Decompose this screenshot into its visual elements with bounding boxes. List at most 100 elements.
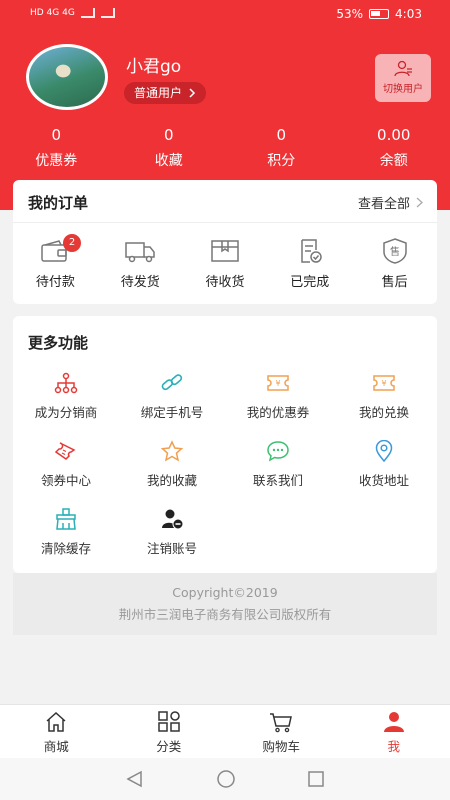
cart-icon (270, 713, 293, 733)
ticket-icon (54, 442, 76, 460)
chevron-right-icon (189, 88, 196, 98)
svg-text:¥: ¥ (381, 379, 386, 388)
check-doc-icon (301, 239, 322, 263)
more-functions-card: 更多功能 成为分销商 绑定手机号 ¥ 我的优惠券 ¥ 我的兑换 领券中心 我的收… (13, 316, 437, 573)
user-type-badge[interactable]: 普通用户 (124, 82, 207, 104)
function-my-exchange[interactable]: ¥ 我的兑换 (331, 372, 437, 440)
wifi-icon (100, 8, 115, 18)
stat-points[interactable]: 0 积分 (225, 126, 338, 170)
function-label: 绑定手机号 (140, 405, 204, 420)
function-label: 注销账号 (146, 541, 197, 556)
after-sale-icon: 售 (382, 238, 407, 264)
recents-icon[interactable] (307, 770, 325, 788)
more-title: 更多功能 (28, 334, 89, 352)
order-completed[interactable]: 已完成 (267, 238, 352, 290)
stat-value: 0.00 (377, 126, 411, 144)
tab-category[interactable]: 分类 (113, 705, 226, 758)
username: 小君go (126, 57, 182, 77)
view-all-orders-link[interactable]: 查看全部 (358, 193, 423, 212)
stat-label: 优惠券 (35, 153, 78, 169)
function-shipping-address[interactable]: 收货地址 (331, 440, 437, 508)
view-all-label: 查看全部 (357, 197, 410, 212)
order-item-label: 待收货 (205, 275, 245, 290)
function-cancel-account[interactable]: 注销账号 (119, 508, 225, 576)
stat-value: 0 (163, 126, 174, 144)
bottom-tab-bar: 商城 分类 购物车 我 (0, 704, 450, 758)
tab-label: 商城 (43, 739, 69, 754)
distribution-icon (54, 372, 78, 394)
stat-value: 0 (276, 126, 287, 144)
tab-label: 我 (387, 739, 400, 754)
stats-row: 0 优惠券 0 收藏 0 积分 0.00 余额 (0, 126, 450, 170)
switch-user-icon (394, 60, 412, 77)
switch-user-button[interactable]: 切换用户 (375, 54, 431, 102)
stat-balance[interactable]: 0.00 余额 (338, 126, 450, 170)
category-icon (158, 711, 180, 732)
function-label: 成为分销商 (34, 405, 98, 420)
function-label: 领券中心 (40, 473, 91, 488)
function-become-distributor[interactable]: 成为分销商 (13, 372, 119, 440)
stat-coupons[interactable]: 0 优惠券 (0, 126, 113, 170)
user-icon (383, 712, 404, 732)
tab-mall[interactable]: 商城 (0, 705, 113, 758)
truck-icon (125, 242, 155, 263)
location-icon (375, 440, 393, 462)
tab-label: 分类 (156, 739, 182, 754)
switch-user-label: 切换用户 (383, 84, 423, 95)
system-nav-bar (0, 758, 450, 800)
function-clear-cache[interactable]: 清除缓存 (13, 508, 119, 576)
order-pending-payment[interactable]: 2 待付款 (13, 234, 98, 290)
order-status-row: 2 待付款 待发货 待收货 已完成 售 售后 (13, 234, 437, 290)
avatar[interactable] (26, 44, 108, 110)
status-bar: HD 4G 4G 53% 4:03 (0, 0, 450, 30)
user-remove-icon (162, 509, 184, 530)
svg-text:¥: ¥ (275, 379, 280, 388)
order-after-sale[interactable]: 售 售后 (352, 238, 437, 290)
function-label: 联系我们 (252, 473, 303, 488)
function-grid: 成为分销商 绑定手机号 ¥ 我的优惠券 ¥ 我的兑换 领券中心 我的收藏 联系我… (13, 372, 437, 576)
orders-title: 我的订单 (28, 194, 89, 212)
signal-icon (80, 8, 95, 18)
pending-payment-badge: 2 (63, 234, 81, 252)
copyright-text: Copyright©2019 (172, 585, 278, 600)
function-coupon-center[interactable]: 领券中心 (13, 440, 119, 508)
broom-icon (56, 508, 76, 530)
back-icon[interactable] (125, 770, 145, 788)
exchange-icon: ¥ (373, 375, 395, 391)
link-icon (161, 374, 183, 391)
tab-label: 购物车 (262, 739, 300, 754)
function-label: 收货地址 (358, 473, 409, 488)
company-text: 荆州市三润电子商务有限公司版权所有 (118, 607, 332, 622)
copyright-footer: Copyright©2019 荆州市三润电子商务有限公司版权所有 (13, 573, 437, 635)
coupon-icon: ¥ (267, 375, 289, 391)
stat-label: 余额 (379, 153, 408, 169)
function-contact-us[interactable]: 联系我们 (225, 440, 331, 508)
battery-icon (369, 9, 390, 19)
box-icon (211, 240, 239, 262)
battery-percent: 53% (336, 7, 364, 21)
network-text: HD 4G 4G (30, 8, 75, 18)
stat-label: 收藏 (154, 153, 183, 169)
function-my-coupons[interactable]: ¥ 我的优惠券 (225, 372, 331, 440)
tab-me[interactable]: 我 (338, 705, 450, 758)
order-item-label: 售后 (381, 275, 408, 290)
function-label: 我的优惠券 (246, 405, 310, 420)
network-indicators: HD 4G 4G (30, 8, 115, 18)
stat-label: 积分 (267, 153, 296, 169)
home-nav-icon[interactable] (216, 769, 236, 789)
tab-cart[interactable]: 购物车 (225, 705, 338, 758)
user-type-label: 普通用户 (134, 86, 183, 100)
function-label: 我的收藏 (146, 473, 197, 488)
divider (13, 222, 437, 223)
svg-text:售: 售 (390, 245, 400, 258)
orders-card: 我的订单 查看全部 2 待付款 待发货 待收货 已完成 售 售后 (13, 180, 437, 304)
order-pending-shipment[interactable]: 待发货 (98, 238, 183, 290)
function-label: 清除缓存 (40, 541, 91, 556)
function-my-favorites[interactable]: 我的收藏 (119, 440, 225, 508)
stat-favorites[interactable]: 0 收藏 (113, 126, 226, 170)
order-pending-receipt[interactable]: 待收货 (183, 238, 268, 290)
chevron-right-icon (416, 197, 423, 208)
clock: 4:03 (395, 7, 422, 21)
stat-value: 0 (51, 126, 62, 144)
function-bind-phone[interactable]: 绑定手机号 (119, 372, 225, 440)
